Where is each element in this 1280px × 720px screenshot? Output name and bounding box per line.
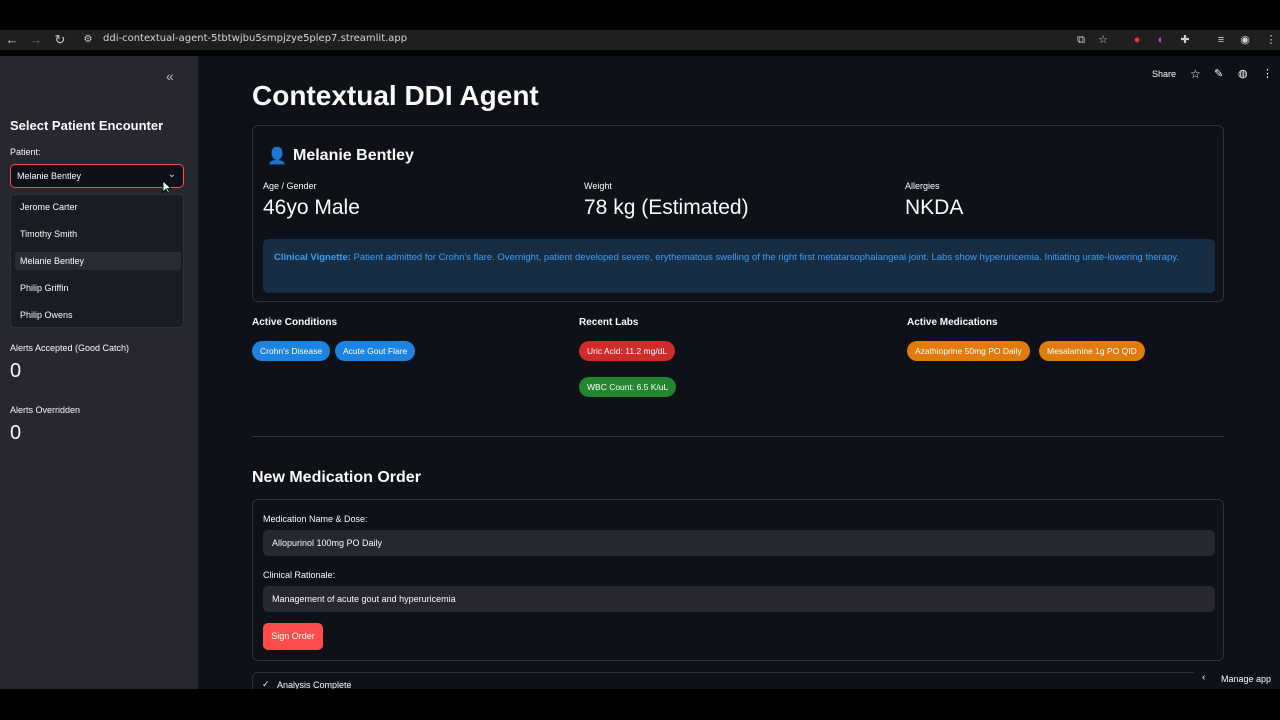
- medication-pill: Azathioprine 50mg PO Daily: [907, 341, 1030, 361]
- mouse-cursor-icon: [162, 180, 172, 194]
- weight-value: 78 kg (Estimated): [584, 196, 749, 219]
- bookmark-star-icon[interactable]: ☆: [1096, 33, 1110, 47]
- patient-select-label: Patient:: [10, 147, 41, 157]
- lab-pill: WBC Count: 6.5 K/uL: [579, 377, 677, 397]
- patient-option[interactable]: Philip Griffin: [15, 279, 181, 297]
- chevron-left-icon: ‹: [1202, 672, 1206, 683]
- streamlit-app: « Select Patient Encounter Patient: Mela…: [0, 56, 1280, 689]
- medication-input-value: Allopurinol 100mg PO Daily: [272, 538, 383, 548]
- medication-pill: Mesalamine 1g PO QID: [1039, 341, 1145, 361]
- sidebar-title: Select Patient Encounter: [10, 118, 164, 133]
- patient-options-list: Jerome Carter Timothy Smith Melanie Bent…: [10, 194, 184, 328]
- address-bar[interactable]: ddi-contextual-agent-5tbtwjbu5smpjzye5pl…: [103, 33, 407, 44]
- analysis-status-text: Analysis Complete: [277, 680, 352, 689]
- alerts-accepted-value: 0: [10, 360, 22, 382]
- check-icon: ✓: [262, 679, 270, 689]
- app-toolbar: Share ☆ ✎ ◍ ⋮: [1140, 66, 1280, 84]
- patient-option-label: Melanie Bentley: [20, 256, 85, 266]
- app-menu-icon[interactable]: ⋮: [1262, 67, 1273, 80]
- alerts-accepted-label: Alerts Accepted (Good Catch): [10, 343, 130, 353]
- profile-avatar-icon[interactable]: ◉: [1238, 33, 1252, 47]
- patient-option-label: Philip Owens: [20, 310, 73, 320]
- rationale-field-label: Clinical Rationale:: [263, 570, 336, 580]
- recent-labs-heading: Recent Labs: [579, 317, 639, 328]
- github-icon[interactable]: ◍: [1238, 67, 1248, 80]
- patient-select-value: Melanie Bentley: [17, 171, 82, 181]
- rationale-input-value: Management of acute gout and hyperuricem…: [272, 594, 456, 604]
- order-form: Medication Name & Dose: Allopurinol 100m…: [252, 499, 1224, 661]
- patient-select[interactable]: Melanie Bentley ⌄: [10, 164, 184, 188]
- main-content: Contextual DDI Agent Share ☆ ✎ ◍ ⋮ 👤 Mel…: [198, 56, 1280, 689]
- alerts-overridden-label: Alerts Overridden: [10, 405, 81, 415]
- extension-color-icon[interactable]: ◐: [1154, 33, 1168, 47]
- chevron-down-icon: ⌄: [167, 169, 176, 180]
- vignette-label: Clinical Vignette:: [274, 252, 351, 263]
- page-title: Contextual DDI Agent: [252, 80, 539, 111]
- patient-option-selected[interactable]: Melanie Bentley: [15, 252, 181, 270]
- vignette-text: Patient admitted for Crohn's flare. Over…: [350, 252, 1179, 263]
- sidebar: « Select Patient Encounter Patient: Mela…: [0, 56, 198, 689]
- extension-red-icon[interactable]: ●: [1130, 33, 1144, 47]
- share-button[interactable]: Share: [1152, 69, 1176, 79]
- weight-label: Weight: [584, 181, 612, 191]
- sign-order-button[interactable]: Sign Order: [263, 623, 323, 650]
- reload-icon[interactable]: ↻: [52, 32, 68, 48]
- patient-option[interactable]: Jerome Carter: [15, 198, 181, 216]
- allergies-label: Allergies: [905, 181, 940, 191]
- favorite-star-icon[interactable]: ☆: [1190, 67, 1201, 81]
- condition-pill: Acute Gout Flare: [335, 341, 416, 361]
- manage-app-button[interactable]: ‹ Manage app: [1194, 669, 1280, 689]
- patient-option-label: Jerome Carter: [20, 202, 78, 212]
- age-gender-label: Age / Gender: [263, 181, 317, 191]
- back-icon[interactable]: ←: [4, 32, 20, 48]
- medication-field-label: Medication Name & Dose:: [263, 514, 368, 524]
- clinical-vignette: Clinical Vignette: Patient admitted for …: [263, 239, 1215, 293]
- collapse-sidebar-icon[interactable]: «: [166, 68, 174, 84]
- medication-input[interactable]: Allopurinol 100mg PO Daily: [263, 530, 1215, 556]
- media-controls-icon[interactable]: ≡: [1214, 33, 1228, 47]
- patient-option[interactable]: Timothy Smith: [15, 225, 181, 243]
- person-icon: 👤: [267, 148, 287, 165]
- section-divider: [252, 436, 1224, 437]
- condition-pill: Crohn's Disease: [252, 341, 331, 361]
- patient-name: Melanie Bentley: [293, 147, 414, 164]
- active-conditions-heading: Active Conditions: [252, 317, 338, 328]
- alerts-overridden-value: 0: [10, 422, 22, 444]
- active-medications-heading: Active Medications: [907, 317, 998, 328]
- patient-option-label: Timothy Smith: [20, 229, 78, 239]
- allergies-value: NKDA: [905, 196, 964, 219]
- manage-app-label: Manage app: [1221, 674, 1272, 684]
- extensions-puzzle-icon[interactable]: ✚: [1178, 33, 1192, 47]
- forward-icon[interactable]: →: [28, 32, 44, 48]
- lab-pill: Uric Acid: 11.2 mg/dL: [579, 341, 676, 361]
- order-heading: New Medication Order: [252, 469, 421, 486]
- analysis-status-expander[interactable]: ✓ Analysis Complete: [252, 672, 1224, 689]
- rationale-input[interactable]: Management of acute gout and hyperuricem…: [263, 586, 1215, 612]
- site-info-icon[interactable]: ⚙: [80, 32, 96, 48]
- install-app-icon[interactable]: ⧉: [1074, 33, 1088, 47]
- browser-menu-icon[interactable]: ⋮: [1264, 33, 1278, 47]
- age-gender-value: 46yo Male: [263, 196, 360, 219]
- patient-option[interactable]: Philip Owens: [15, 306, 181, 324]
- patient-option-label: Philip Griffin: [20, 283, 69, 293]
- patient-card: 👤 Melanie Bentley Age / Gender 46yo Male…: [252, 125, 1224, 302]
- edit-pencil-icon[interactable]: ✎: [1214, 67, 1223, 80]
- screen: ← → ↻ ⚙ ddi-contextual-agent-5tbtwjbu5sm…: [0, 0, 1280, 720]
